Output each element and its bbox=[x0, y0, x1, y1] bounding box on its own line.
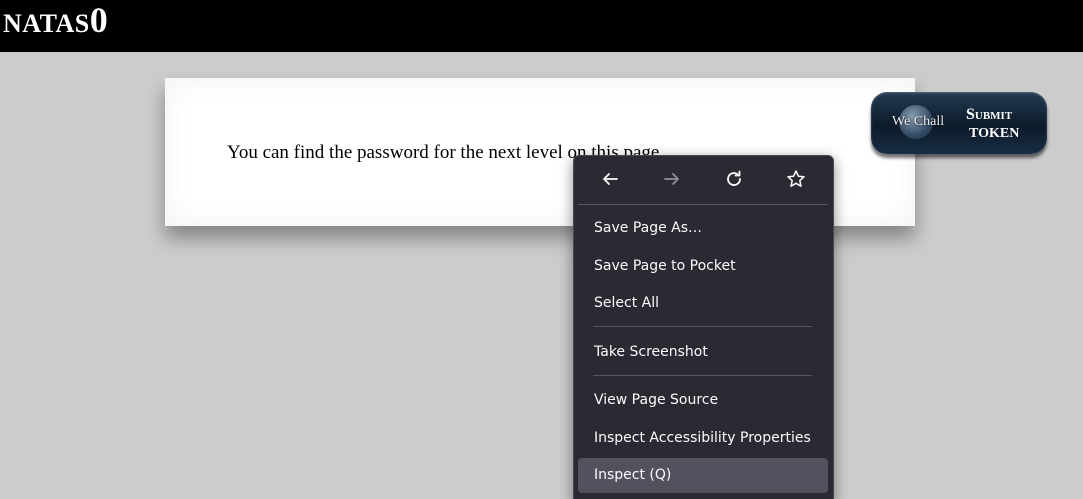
menu-item-view-page-source[interactable]: View Page Source bbox=[578, 383, 828, 418]
menu-item-inspect-accessibility[interactable]: Inspect Accessibility Properties bbox=[578, 421, 828, 456]
menu-item-select-all[interactable]: Select All bbox=[578, 286, 828, 321]
menu-item-label: View Page Source bbox=[594, 392, 719, 408]
menu-item-save-page-as[interactable]: Save Page As… bbox=[578, 211, 828, 246]
back-button[interactable] bbox=[595, 164, 625, 194]
page-title-text: NATAS bbox=[3, 9, 90, 38]
menu-item-save-to-pocket[interactable]: Save Page to Pocket bbox=[578, 249, 828, 284]
menu-item-inspect[interactable]: Inspect (Q) bbox=[578, 458, 828, 493]
forward-button[interactable] bbox=[657, 164, 687, 194]
wechall-logo-text: We Chall bbox=[892, 114, 945, 129]
menu-item-take-screenshot[interactable]: Take Screenshot bbox=[578, 335, 828, 370]
menu-item-label: Inspect Accessibility Properties bbox=[594, 430, 811, 446]
menu-separator bbox=[578, 204, 828, 205]
page-header: NATAS0 bbox=[0, 0, 1083, 52]
menu-item-label: Save Page to Pocket bbox=[594, 258, 736, 274]
token-label: TOKEN bbox=[969, 126, 1020, 141]
menu-separator bbox=[593, 326, 812, 327]
submit-label: Submit bbox=[966, 106, 1013, 123]
menu-item-label: Inspect (Q) bbox=[594, 467, 672, 483]
page-title: NATAS0 bbox=[3, 2, 108, 38]
context-menu: Save Page As… Save Page to Pocket Select… bbox=[573, 155, 834, 499]
menu-item-label: Select All bbox=[594, 295, 659, 311]
bookmark-star-icon bbox=[786, 169, 806, 189]
context-menu-nav-row bbox=[574, 156, 833, 204]
reload-button[interactable] bbox=[719, 164, 749, 194]
forward-arrow-icon bbox=[662, 169, 682, 189]
bookmark-button[interactable] bbox=[781, 164, 811, 194]
menu-item-label: Take Screenshot bbox=[594, 344, 708, 360]
reload-icon bbox=[724, 169, 744, 189]
wechall-submit-token-button[interactable]: We Chall Submit TOKEN bbox=[871, 92, 1047, 154]
back-arrow-icon bbox=[600, 169, 620, 189]
page-title-level: 0 bbox=[89, 0, 108, 40]
menu-item-label: Save Page As… bbox=[594, 220, 703, 236]
menu-separator bbox=[593, 375, 812, 376]
